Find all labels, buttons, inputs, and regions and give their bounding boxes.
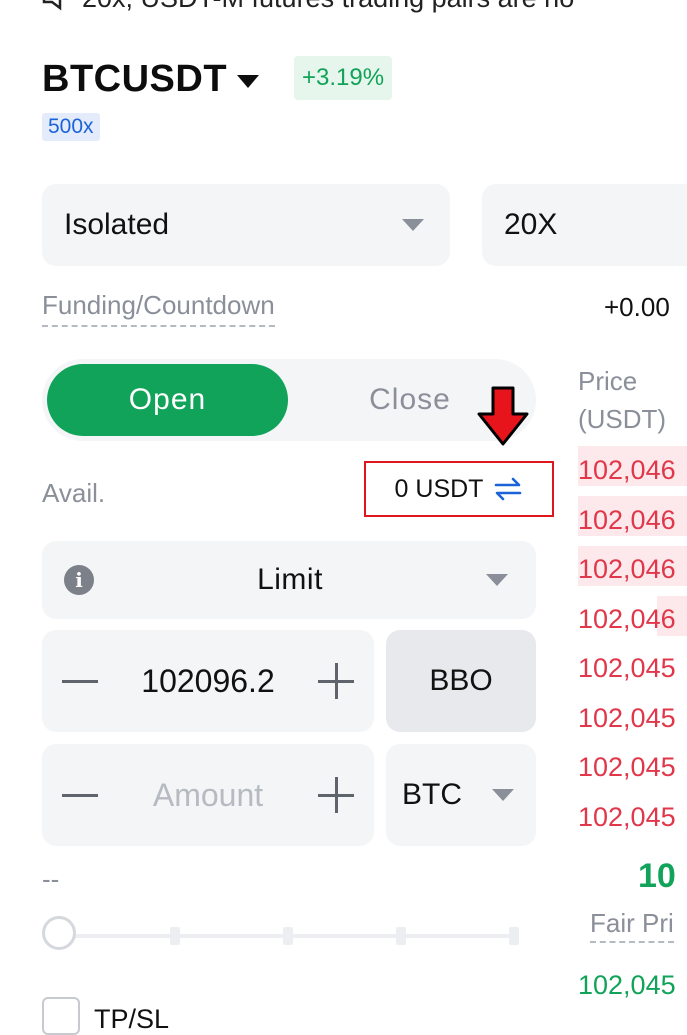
leverage-select[interactable]: 20X (482, 184, 687, 266)
order-type-label: Limit (257, 563, 323, 596)
chevron-down-icon (492, 789, 514, 801)
plus-icon[interactable] (318, 663, 354, 699)
ask-row[interactable]: 102,045 (578, 698, 687, 738)
bid-row[interactable]: 102,045 (578, 970, 676, 1001)
order-type-select[interactable]: i Limit (42, 541, 536, 619)
transfer-icon[interactable] (493, 476, 523, 502)
ask-row[interactable]: 102,046 (578, 450, 687, 490)
ask-row[interactable]: 102,045 (578, 747, 687, 787)
tpsl-label: TP/SL (94, 1004, 170, 1034)
max-leverage-badge: 500x (42, 113, 100, 141)
margin-mode-label: Isolated (64, 208, 170, 241)
funding-countdown-label[interactable]: Funding/Countdown (42, 290, 275, 327)
ask-row[interactable]: 102,046 (578, 500, 687, 540)
slider-tick[interactable] (283, 927, 293, 945)
price-header: Price (578, 366, 638, 396)
slider-tick[interactable] (396, 927, 406, 945)
amount-stepper (42, 744, 374, 846)
fair-price-label[interactable]: Fair Pri (590, 908, 674, 943)
available-balance-value: 0 USDT (394, 474, 484, 503)
amount-input[interactable] (113, 776, 303, 814)
price-change-badge: +3.19% (294, 56, 393, 100)
info-icon[interactable]: i (64, 565, 94, 595)
megaphone-icon (42, 0, 62, 11)
estimate-value: -- (42, 864, 60, 894)
plus-icon[interactable] (318, 777, 354, 813)
ask-row[interactable]: 102,045 (578, 797, 687, 837)
announcement-banner[interactable]: 20x, USDT-M futures trading pairs are no (40, 0, 574, 18)
annotation-arrow-icon (477, 386, 529, 446)
unit-label: BTC (402, 778, 462, 811)
price-stepper: 102096.2 (42, 630, 374, 732)
last-price: 10 (638, 857, 676, 895)
ask-row[interactable]: 102,046 (578, 599, 687, 639)
chevron-down-icon (402, 219, 424, 231)
bbo-button[interactable]: BBO (386, 630, 536, 732)
price-input[interactable]: 102096.2 (141, 663, 274, 700)
unit-select[interactable]: BTC (386, 744, 536, 846)
slider-tick[interactable] (509, 927, 519, 945)
leverage-label: 20X (504, 208, 558, 241)
order-book-header: Price (USDT) (578, 362, 666, 438)
minus-icon[interactable] (62, 793, 98, 797)
tpsl-checkbox[interactable] (42, 997, 80, 1035)
ask-row[interactable]: 102,045 (578, 648, 687, 688)
open-tab[interactable]: Open (47, 364, 288, 436)
caret-down-icon (237, 75, 260, 88)
announcement-text: 20x, USDT-M futures trading pairs are no (82, 0, 574, 14)
available-label: Avail. (42, 478, 106, 508)
minus-icon[interactable] (62, 679, 98, 683)
slider-tick[interactable] (170, 927, 180, 945)
pair-name: BTCUSDT (42, 58, 228, 100)
slider-handle[interactable] (42, 916, 76, 950)
funding-rate-value: +0.00 (604, 292, 670, 322)
pair-selector[interactable]: BTCUSDT (42, 58, 260, 101)
available-balance[interactable]: 0 USDT (364, 461, 554, 517)
margin-mode-select[interactable]: Isolated (42, 184, 450, 266)
ask-row[interactable]: 102,046 (578, 549, 687, 589)
price-unit-header: (USDT) (578, 404, 667, 434)
chevron-down-icon (486, 574, 508, 586)
